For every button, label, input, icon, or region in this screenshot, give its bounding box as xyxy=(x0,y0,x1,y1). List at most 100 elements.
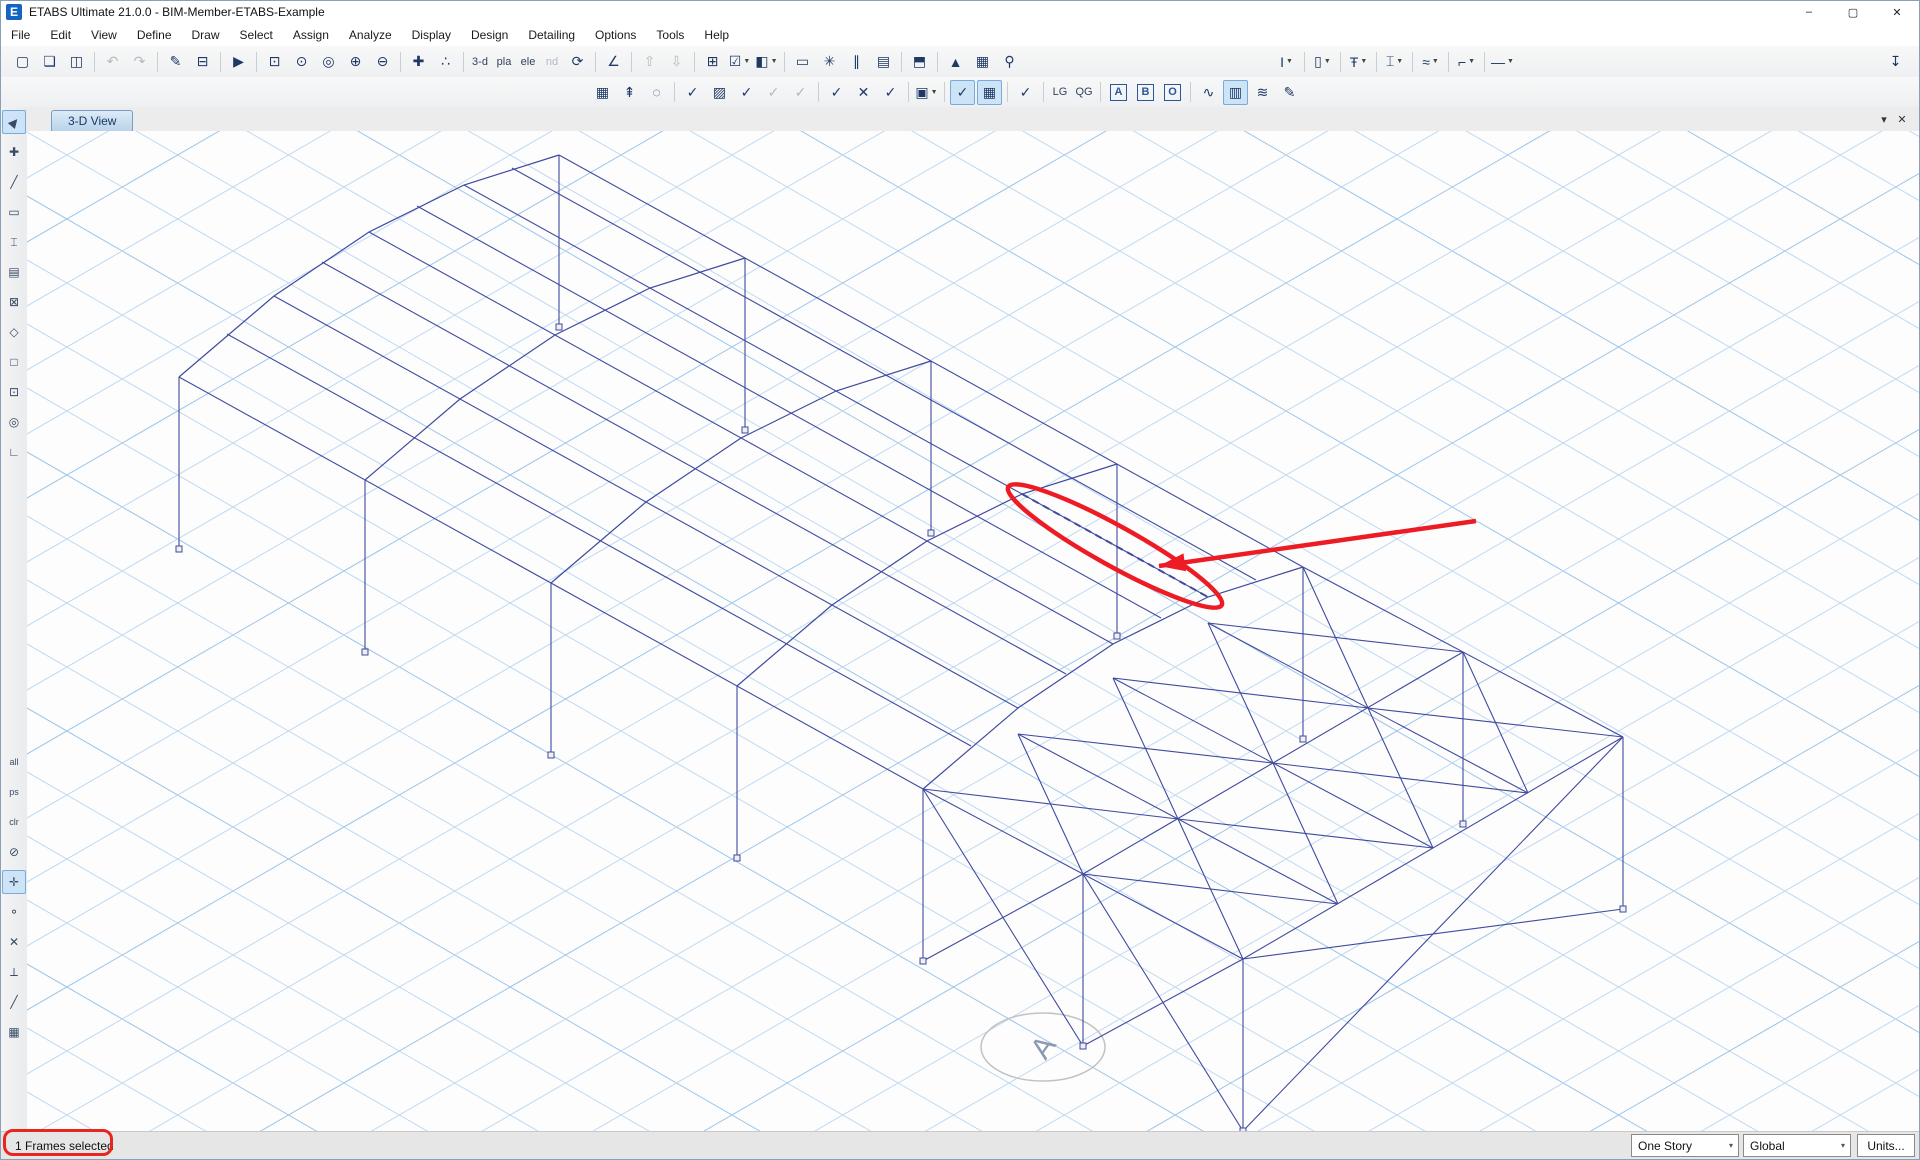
snap-to-perpendicular-icon[interactable]: ⟂ xyxy=(2,960,26,984)
quick-group-button[interactable]: QG xyxy=(1073,80,1095,105)
close-button[interactable]: ✕ xyxy=(1875,1,1919,23)
tab-list-dropdown-icon[interactable]: ▾ xyxy=(1875,113,1893,126)
menu-select[interactable]: Select xyxy=(230,25,283,45)
snap-to-fine-grid-icon[interactable]: ▦ xyxy=(2,1020,26,1044)
open-file-icon[interactable]: ❏ xyxy=(37,49,62,74)
reshape-object-icon[interactable]: ✚ xyxy=(2,140,26,164)
lock-model-icon[interactable]: ⊟ xyxy=(190,49,215,74)
snap-to-joints-icon[interactable]: ✛ xyxy=(2,870,26,894)
show-assign-b-icon[interactable]: B xyxy=(1133,80,1158,105)
menu-edit[interactable]: Edit xyxy=(40,25,81,45)
snap-to-intersections-icon[interactable]: ✕ xyxy=(2,930,26,954)
magnifier-icon[interactable]: ◌ xyxy=(644,80,669,105)
assign-frame-icon[interactable]: ▨ xyxy=(707,80,732,105)
menu-help[interactable]: Help xyxy=(694,25,739,45)
tab-close-icon[interactable]: ✕ xyxy=(1893,113,1911,126)
snap-grid-icon[interactable]: ▦ xyxy=(977,80,1002,105)
elevation-view-button[interactable]: ele xyxy=(517,49,539,74)
deck-section-icon[interactable]: ⌶▼ xyxy=(1382,49,1407,74)
show-frames-icon[interactable]: ∥ xyxy=(844,49,869,74)
draw-line-icon[interactable]: ╱ xyxy=(2,170,26,194)
edit-response-icon[interactable]: ✎ xyxy=(1277,80,1302,105)
3d-view-canvas[interactable]: A xyxy=(27,131,1919,1132)
menu-assign[interactable]: Assign xyxy=(283,25,339,45)
select-poly-icon[interactable]: ✕ xyxy=(851,80,876,105)
plot-function-icon[interactable]: ∿ xyxy=(1196,80,1221,105)
quick-draw-frame-icon[interactable]: ▭ xyxy=(2,200,26,224)
show-assign-o-icon[interactable]: O xyxy=(1160,80,1185,105)
previous-zoom-icon[interactable]: ◎ xyxy=(316,49,341,74)
select-pointer-icon[interactable]: ▶ xyxy=(2,110,26,134)
measure-icon[interactable]: ∠ xyxy=(601,49,626,74)
story-selector-dropdown[interactable]: One Story▾ xyxy=(1631,1134,1739,1157)
select-line-icon[interactable]: ✓ xyxy=(878,80,903,105)
perspective-toggle-icon[interactable]: ∴ xyxy=(433,49,458,74)
rotate-3d-view-icon[interactable]: ⟳ xyxy=(565,49,590,74)
line-property-icon[interactable]: —▼ xyxy=(1490,49,1515,74)
draw-rect-area-icon[interactable]: □ xyxy=(2,350,26,374)
slab-section-icon[interactable]: Ŧ▼ xyxy=(1346,49,1371,74)
select-all-button[interactable]: all xyxy=(2,750,26,774)
restore-full-view-icon[interactable]: ⊙ xyxy=(289,49,314,74)
assign-shell-icon[interactable]: ✓ xyxy=(734,80,759,105)
set-display-options-icon[interactable]: ☑▼ xyxy=(727,49,752,74)
snap-lines-icon[interactable]: ✓ xyxy=(1013,80,1038,105)
coord-system-dropdown[interactable]: Global▾ xyxy=(1743,1134,1851,1157)
show-cone-icon[interactable]: ▲ xyxy=(943,49,968,74)
run-analysis-icon[interactable]: ▶ xyxy=(226,49,251,74)
link-property-icon[interactable]: ⌐▼ xyxy=(1454,49,1479,74)
units-button[interactable]: Units... xyxy=(1857,1134,1915,1157)
snap-ends-icon[interactable]: ✓ xyxy=(950,80,975,105)
show-forces-icon[interactable]: ≋ xyxy=(1250,80,1275,105)
menu-draw[interactable]: Draw xyxy=(182,25,230,45)
spring-property-icon[interactable]: ≈▼ xyxy=(1418,49,1443,74)
edit-grid-icon[interactable]: ⬒ xyxy=(907,49,932,74)
quick-draw-secondary-beams-icon[interactable]: ▤ xyxy=(2,260,26,284)
display-options-icon[interactable]: ▣▼ xyxy=(914,80,939,105)
save-icon[interactable]: ◫ xyxy=(64,49,89,74)
download-icon[interactable]: ↧ xyxy=(1883,49,1908,74)
menu-options[interactable]: Options xyxy=(585,25,646,45)
menu-tools[interactable]: Tools xyxy=(646,25,694,45)
menu-view[interactable]: View xyxy=(81,25,127,45)
draw-pencil-icon[interactable]: ✎ xyxy=(163,49,188,74)
deselect-icon[interactable]: ⊘ xyxy=(2,840,26,864)
minimize-button[interactable]: – xyxy=(1787,1,1831,23)
draw-frame-icon[interactable]: ▭ xyxy=(790,49,815,74)
menu-detailing[interactable]: Detailing xyxy=(518,25,585,45)
menu-define[interactable]: Define xyxy=(127,25,182,45)
snap-up-icon[interactable]: ⇞ xyxy=(617,80,642,105)
maximize-button[interactable]: ▢ xyxy=(1831,1,1875,23)
draw-poly-area-icon[interactable]: ◇ xyxy=(2,320,26,344)
menu-file[interactable]: File xyxy=(1,25,40,45)
draw-corner-icon[interactable]: ∟ xyxy=(2,440,26,464)
quick-draw-brace-icon[interactable]: ⌶ xyxy=(2,230,26,254)
assign-joint-icon[interactable]: ✓ xyxy=(680,80,705,105)
show-axes-icon[interactable]: ✳ xyxy=(817,49,842,74)
pointer-tool-icon[interactable]: ⚲ xyxy=(997,49,1022,74)
draw-wall-icon[interactable]: ◎ xyxy=(2,410,26,434)
snap-to-lines-icon[interactable]: ╱ xyxy=(2,990,26,1014)
select-object-icon[interactable]: ⊞ xyxy=(700,49,725,74)
quick-draw-braces-icon[interactable]: ⊠ xyxy=(2,290,26,314)
rubber-band-zoom-icon[interactable]: ⊡ xyxy=(262,49,287,74)
plan-view-button[interactable]: pla xyxy=(493,49,515,74)
frame-section-icon[interactable]: I▼ xyxy=(1274,49,1299,74)
view-3d-button[interactable]: 3-d xyxy=(469,49,491,74)
select-joint-icon[interactable]: ✓ xyxy=(824,80,849,105)
new-model-icon[interactable]: ▢ xyxy=(10,49,35,74)
wall-section-icon[interactable]: ▯▼ xyxy=(1310,49,1335,74)
zoom-out-icon[interactable]: ⊖ xyxy=(370,49,395,74)
draw-grid-icon[interactable]: ▦ xyxy=(590,80,615,105)
menu-design[interactable]: Design xyxy=(461,25,518,45)
ruler-icon[interactable]: ▦ xyxy=(970,49,995,74)
clear-selection-button[interactable]: clr xyxy=(2,810,26,834)
quick-draw-area-icon[interactable]: ⊡ xyxy=(2,380,26,404)
zoom-in-icon[interactable]: ⊕ xyxy=(343,49,368,74)
show-assign-a-icon[interactable]: A xyxy=(1106,80,1131,105)
show-stories-icon[interactable]: ▤ xyxy=(871,49,896,74)
pan-icon[interactable]: ✚ xyxy=(406,49,431,74)
tab-3d-view[interactable]: 3-D View xyxy=(51,110,133,131)
menu-display[interactable]: Display xyxy=(402,25,461,45)
object-view-options-icon[interactable]: ◧▼ xyxy=(754,49,779,74)
